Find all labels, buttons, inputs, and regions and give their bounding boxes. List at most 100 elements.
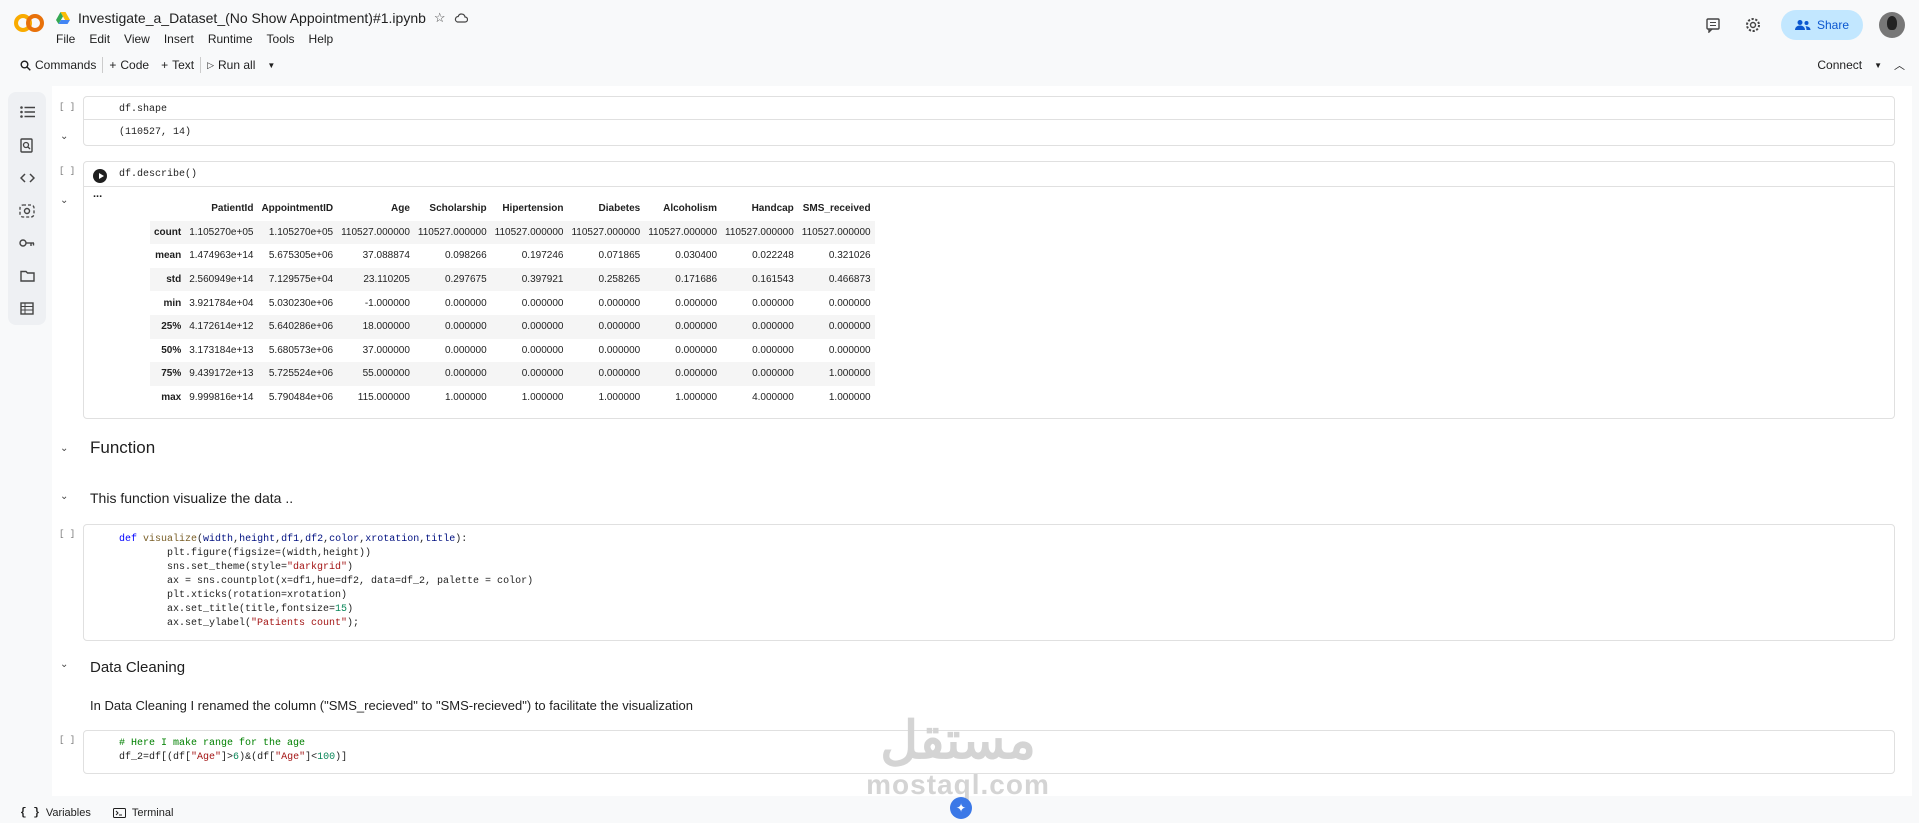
- watermark-arabic: مستقل: [880, 712, 1036, 770]
- table-cell: 0.297675: [444, 274, 487, 286]
- cell-code[interactable]: def visualize(width,height,df1,df2,color…: [84, 533, 533, 631]
- variable-inspector-icon[interactable]: [12, 194, 42, 227]
- code-token: "Patients count": [251, 618, 348, 629]
- add-code-button[interactable]: + Code: [103, 54, 155, 76]
- code-cell-visualize[interactable]: def visualize(width,height,df1,df2,color…: [83, 524, 1895, 641]
- run-all-button[interactable]: ▷ Run all: [201, 54, 261, 76]
- row-label: mean: [155, 250, 182, 262]
- paragraph-data-cleaning[interactable]: In Data Cleaning I renamed the column ("…: [90, 698, 693, 713]
- avatar[interactable]: [1879, 12, 1905, 38]
- section-heading-data-cleaning[interactable]: Data Cleaning: [90, 659, 185, 676]
- table-cell: 9.439172e+13: [189, 368, 254, 380]
- commands-button[interactable]: Commands: [14, 54, 102, 76]
- table-cell: 1.000000: [828, 392, 871, 404]
- collapse-section-chevron-icon[interactable]: ⌄: [60, 659, 68, 670]
- menu-runtime[interactable]: Runtime: [208, 32, 253, 46]
- cell-code[interactable]: # Here I make range for the age df_2=df[(…: [84, 737, 347, 765]
- row-label: count: [154, 226, 182, 238]
- code-token: 15: [335, 604, 348, 615]
- settings-gear-icon[interactable]: [1741, 13, 1765, 37]
- notebook-title[interactable]: Investigate_a_Dataset_(No Show Appointme…: [78, 10, 426, 26]
- column-header: Alcoholism: [663, 203, 718, 215]
- table-cell: 9.999816e+14: [189, 392, 254, 404]
- run-all-dropdown[interactable]: ▼: [261, 54, 281, 76]
- code-token: visualize: [143, 534, 198, 545]
- table-cell: 4.000000: [752, 392, 794, 404]
- menu-file[interactable]: File: [56, 32, 75, 46]
- data-table-icon[interactable]: [12, 292, 42, 325]
- code-token: # Here I make range for the age: [119, 738, 306, 749]
- secrets-key-icon[interactable]: [12, 227, 42, 260]
- code-token: ):: [455, 534, 468, 545]
- search-icon: [20, 60, 31, 71]
- play-icon: ▷: [207, 59, 215, 70]
- table-cell: 18.000000: [362, 321, 410, 333]
- table-cell: 110527.000000: [648, 226, 718, 238]
- table-cell: 0.000000: [828, 297, 871, 309]
- connect-dropdown-icon[interactable]: ▼: [1874, 61, 1882, 70]
- table-cell: 110527.000000: [801, 226, 871, 238]
- code-token: width: [203, 534, 234, 545]
- cloud-icon[interactable]: [454, 13, 468, 23]
- menu-help[interactable]: Help: [309, 32, 334, 46]
- add-text-button[interactable]: + Text: [155, 54, 200, 76]
- colab-logo[interactable]: [14, 12, 44, 34]
- table-cell: 5.675305e+06: [268, 250, 334, 262]
- cell-code[interactable]: df.shape: [84, 103, 167, 117]
- table-cell: 0.000000: [521, 321, 564, 333]
- code-line: df_2=df[(df["Age"]>6)&(df["Age"]<100)]: [119, 751, 347, 765]
- column-header: Handcap: [751, 203, 794, 215]
- menu-tools[interactable]: Tools: [267, 32, 295, 46]
- menu-view[interactable]: View: [124, 32, 150, 46]
- collapse-output-chevron-icon[interactable]: ⌄: [60, 131, 68, 142]
- table-cell: 7.129575e+04: [268, 274, 334, 286]
- describe-output-table: PatientId AppointmentID Age Scholarship Hipe…: [150, 197, 875, 409]
- code-cell-shape[interactable]: df.shape (110527, 14): [83, 96, 1895, 146]
- variables-label: Variables: [45, 806, 91, 819]
- code-token: title: [425, 534, 456, 545]
- section-heading-function[interactable]: Function: [90, 438, 155, 458]
- table-cell: 0.000000: [828, 321, 871, 333]
- notebook-area: [ ] ⌄ df.shape (110527, 14) [ ] ⌄ df.des…: [52, 86, 1912, 796]
- code-token: ): [347, 562, 354, 573]
- menu-insert[interactable]: Insert: [164, 32, 194, 46]
- share-button[interactable]: Share: [1780, 10, 1863, 40]
- code-snippets-icon[interactable]: [12, 161, 42, 194]
- table-of-contents-icon[interactable]: [12, 96, 42, 129]
- variables-button[interactable]: { } Variables: [20, 807, 91, 819]
- code-token: )&(df[: [239, 752, 276, 763]
- code-token: "Age": [191, 752, 222, 763]
- subheading-function-desc[interactable]: This function visualize the data ..: [90, 490, 293, 506]
- terminal-button[interactable]: Terminal: [112, 807, 173, 819]
- table-cell: 0.000000: [598, 321, 641, 333]
- collapse-section-chevron-icon[interactable]: ⌄: [60, 443, 68, 454]
- cell-output-divider: [84, 186, 1894, 187]
- collapse-section-chevron-icon[interactable]: ⌄: [60, 491, 68, 502]
- row-label: std: [166, 274, 182, 286]
- table-cell: 0.197246: [521, 250, 564, 262]
- cell-code[interactable]: df.describe(): [84, 168, 197, 182]
- code-cell-describe[interactable]: df.describe() ... PatientId AppointmentID…: [83, 161, 1895, 419]
- table-cell: 1.000000: [828, 368, 871, 380]
- table-cell: 1.000000: [598, 392, 641, 404]
- column-header: PatientId: [211, 203, 254, 215]
- table-cell: 5.030230e+06: [268, 297, 334, 309]
- gemini-sparkle-icon[interactable]: ✦: [950, 797, 972, 819]
- collapse-header-icon[interactable]: ︿: [1894, 57, 1905, 73]
- collapse-output-chevron-icon[interactable]: ⌄: [60, 195, 68, 206]
- code-token: plt.figure(figsize=(width,height)): [119, 548, 372, 559]
- table-row: std 2.560949e+14 7.129575e+04 23.110205 0.29…: [150, 267, 875, 292]
- table-cell: 0.000000: [675, 297, 718, 309]
- menu-edit[interactable]: Edit: [89, 32, 110, 46]
- connect-button[interactable]: Connect: [1817, 58, 1862, 72]
- code-token: ax.set_title(title,fontsize=: [119, 604, 336, 615]
- table-cell: 0.000000: [752, 368, 794, 380]
- table-cell: 0.000000: [675, 321, 718, 333]
- files-folder-icon[interactable]: [12, 260, 42, 293]
- find-icon[interactable]: [12, 129, 42, 162]
- output-actions-menu[interactable]: ...: [93, 188, 102, 200]
- table-cell: 110527.000000: [341, 226, 410, 238]
- star-icon[interactable]: ☆: [434, 10, 446, 26]
- table-row: 50% 3.173184e+13 5.680573e+06 37.000000 0.00…: [150, 339, 875, 363]
- comments-icon[interactable]: [1701, 13, 1725, 37]
